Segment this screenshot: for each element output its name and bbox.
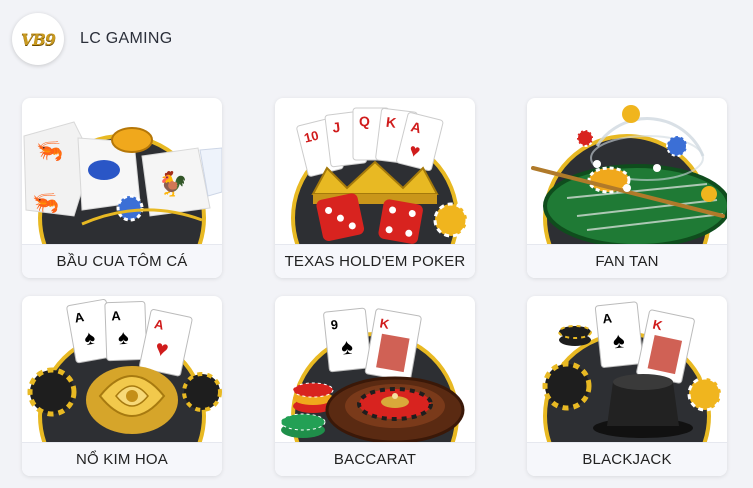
game-card-blackjack[interactable]: A ♠ K BLACKJACK (527, 296, 727, 476)
favorite-heart-icon[interactable] (449, 104, 467, 120)
favorite-heart-icon[interactable] (196, 302, 214, 318)
game-title: NỔ KIM HOA (75, 451, 168, 468)
game-label-bar: NỔ KIM HOA (22, 442, 222, 476)
bau-cua-dice-art: 🦐 🦐 🐓 (23, 121, 222, 244)
game-card-fan-tan[interactable]: FAN TAN (527, 98, 727, 278)
baccarat-roulette-art: 9♠ K (280, 307, 465, 442)
game-title: FAN TAN (595, 253, 659, 270)
svg-text:🦐: 🦐 (36, 138, 63, 163)
game-label-bar: FAN TAN (527, 244, 727, 278)
game-card-texas-holdem[interactable]: 10 J Q K A ♥ TEXAS HOLD'EM POKER (275, 98, 475, 278)
favorite-heart-icon[interactable] (196, 104, 214, 120)
game-card-bau-cua[interactable]: 🦐 🦐 🐓 BẦU CUA TÔM CÁ (22, 98, 222, 278)
svg-text:A: A (111, 308, 122, 323)
game-label-bar: BACCARAT (275, 442, 475, 476)
blackjack-hat-art: A♠ K (542, 301, 723, 442)
game-label-bar: BẦU CUA TÔM CÁ (22, 244, 222, 278)
game-title: BLACKJACK (582, 451, 672, 468)
logo-text: VB9 (20, 29, 56, 49)
game-card-baccarat[interactable]: 9 ♠ K BACCARAT (275, 296, 475, 476)
provider-header: VB9 LC GAMING (12, 12, 173, 66)
game-title: BẦU CUA TÔM CÁ (56, 253, 188, 270)
aces-golden-rose-art: A♠ A♠ A♥ (27, 299, 222, 442)
provider-name: LC GAMING (80, 30, 173, 47)
game-title: TEXAS HOLD'EM POKER (284, 253, 466, 270)
svg-text:K: K (385, 114, 397, 131)
game-label-bar: BLACKJACK (527, 442, 727, 476)
favorite-heart-icon[interactable] (701, 302, 719, 318)
favorite-heart-icon[interactable] (701, 104, 719, 120)
svg-text:♠: ♠ (118, 327, 130, 349)
provider-logo[interactable]: VB9 (12, 13, 64, 65)
poker-cards-crown-art: 10 J Q K A♥ (291, 107, 469, 244)
fan-tan-table-art (531, 105, 727, 244)
svg-text:Q: Q (359, 113, 370, 129)
game-title: BACCARAT (333, 451, 417, 468)
game-grid: 🦐 🦐 🐓 BẦU CUA TÔM CÁ 10 J Q K A ♥ TEXAS … (22, 98, 728, 478)
game-card-no-kim-hoa[interactable]: A ♠ A ♠ A ♥ NỔ KIM HOA (22, 296, 222, 476)
svg-text:🦐: 🦐 (32, 190, 59, 215)
svg-text:🐓: 🐓 (158, 170, 188, 198)
favorite-heart-icon[interactable] (449, 302, 467, 318)
game-label-bar: TEXAS HOLD'EM POKER (275, 244, 475, 278)
